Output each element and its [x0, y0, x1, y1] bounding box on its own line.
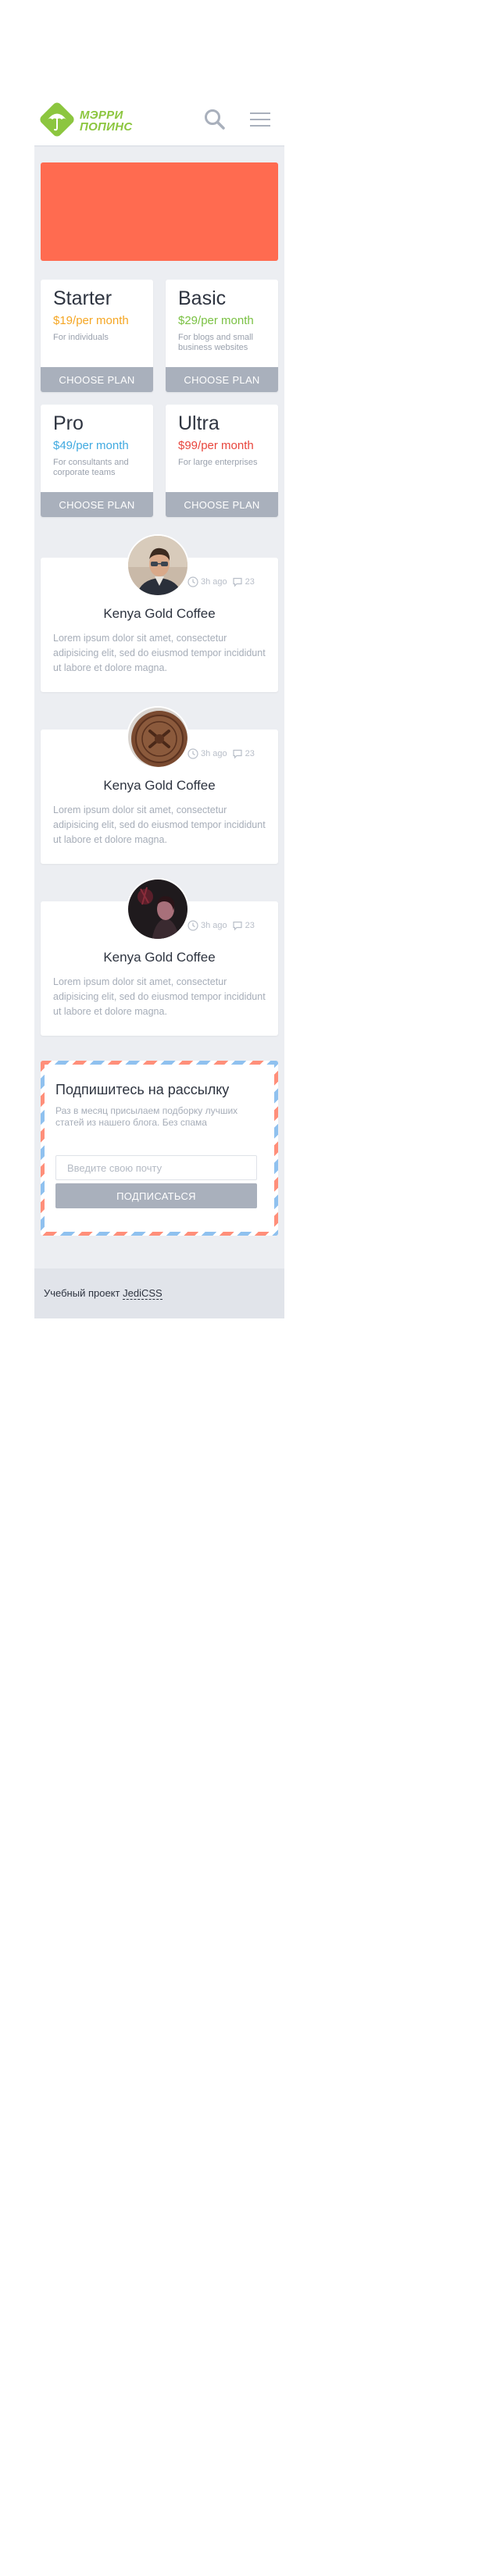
email-input[interactable] — [55, 1155, 257, 1180]
post-time: 3h ago — [201, 577, 227, 587]
dark-portrait-photo — [128, 879, 188, 939]
plan-card-basic: Basic $29/per month For blogs and small … — [166, 280, 278, 392]
clock-icon — [188, 576, 198, 587]
clock-icon — [188, 920, 198, 931]
plan-name: Basic — [178, 287, 227, 309]
footer-label: Учебный проект — [44, 1287, 120, 1299]
plan-description: For large enterprises — [178, 458, 258, 467]
choose-plan-button[interactable]: CHOOSE PLAN — [166, 367, 278, 392]
plan-price: $19/per month — [53, 314, 129, 327]
footer-link-jedicss[interactable]: JediCSS — [123, 1287, 162, 1300]
post-meta: 3h ago 23 — [188, 920, 255, 931]
comment-icon — [233, 921, 242, 931]
post-comments-count: 23 — [245, 749, 255, 758]
plan-card-starter: Starter $19/per month For individuals CH… — [41, 280, 153, 392]
menu-button[interactable] — [248, 109, 272, 130]
plan-name: Starter — [53, 287, 112, 309]
clock-icon — [188, 748, 198, 759]
choose-plan-button[interactable]: CHOOSE PLAN — [41, 492, 153, 517]
plan-description: For blogs and small business websites — [178, 333, 253, 352]
newsletter-title: Подпишитесь на рассылку — [55, 1082, 230, 1097]
plan-price: $29/per month — [178, 314, 254, 327]
hamburger-menu-icon — [250, 112, 270, 127]
post-excerpt: Lorem ipsum dolor sit amet, consectetur … — [53, 633, 266, 673]
coffee-bean-stamp-photo — [128, 708, 188, 767]
logo-text: МЭРРИ ПОПИНС — [80, 109, 133, 133]
choose-plan-button[interactable]: CHOOSE PLAN — [166, 492, 278, 517]
comment-icon — [233, 577, 242, 587]
logo-line-1: МЭРРИ — [80, 109, 123, 122]
umbrella-logo-icon — [40, 102, 74, 137]
plan-description: For consultants and corporate teams — [53, 458, 129, 477]
post-time: 3h ago — [201, 921, 227, 930]
plan-card-ultra: Ultra $99/per month For large enterprise… — [166, 405, 278, 517]
post-time: 3h ago — [201, 749, 227, 758]
post-avatar — [127, 706, 189, 769]
post-title[interactable]: Kenya Gold Coffee — [41, 606, 278, 622]
blog-post-card[interactable]: 3h ago 23 Kenya Gold Coffee Lorem ipsum … — [41, 878, 278, 1036]
search-icon — [205, 109, 225, 130]
post-comments-count: 23 — [245, 577, 255, 587]
post-meta: 3h ago 23 — [188, 748, 255, 759]
newsletter-description: Раз в месяц присылаем подборку лучших ст… — [55, 1105, 238, 1128]
newsletter-envelope: Подпишитесь на рассылку Раз в месяц прис… — [45, 1065, 274, 1232]
plan-name: Pro — [53, 412, 84, 434]
logo-line-2: ПОПИНС — [80, 120, 133, 134]
man-with-sunglasses-photo — [128, 536, 188, 595]
plan-card-pro: Pro $49/per month For consultants and co… — [41, 405, 153, 517]
plan-name: Ultra — [178, 412, 220, 434]
site-footer: Учебный проект JediCSS — [34, 1268, 284, 1318]
search-button[interactable] — [203, 108, 227, 131]
footer-text: Учебный проект JediCSS — [44, 1287, 162, 1300]
plan-price: $99/per month — [178, 439, 254, 452]
post-excerpt: Lorem ipsum dolor sit amet, consectetur … — [53, 805, 266, 845]
plan-description: For individuals — [53, 333, 109, 342]
site-header: МЭРРИ ПОПИНС — [34, 94, 284, 147]
pricing-plans: Starter $19/per month For individuals CH… — [34, 261, 284, 517]
choose-plan-button[interactable]: CHOOSE PLAN — [41, 367, 153, 392]
newsletter-subscribe: Подпишитесь на рассылку Раз в месяц прис… — [41, 1061, 278, 1236]
promo-banner — [41, 162, 278, 261]
post-title[interactable]: Kenya Gold Coffee — [41, 778, 278, 794]
post-comments-count: 23 — [245, 921, 255, 930]
plan-price: $49/per month — [53, 439, 129, 452]
post-avatar — [127, 534, 189, 597]
blog-post-card[interactable]: 3h ago 23 Kenya Gold Coffee Lorem ipsum … — [41, 706, 278, 864]
post-title[interactable]: Kenya Gold Coffee — [41, 950, 278, 965]
post-avatar — [127, 878, 189, 940]
comment-icon — [233, 749, 242, 759]
blog-post-card[interactable]: 3h ago 23 Kenya Gold Coffee Lorem ipsum … — [41, 534, 278, 692]
mobile-page: МЭРРИ ПОПИНС Starter $19/per month For i… — [34, 94, 284, 1318]
subscribe-button[interactable]: ПОДПИСАТЬСЯ — [55, 1183, 257, 1208]
post-meta: 3h ago 23 — [188, 576, 255, 587]
logo[interactable]: МЭРРИ ПОПИНС — [39, 102, 133, 141]
post-excerpt: Lorem ipsum dolor sit amet, consectetur … — [53, 976, 266, 1017]
